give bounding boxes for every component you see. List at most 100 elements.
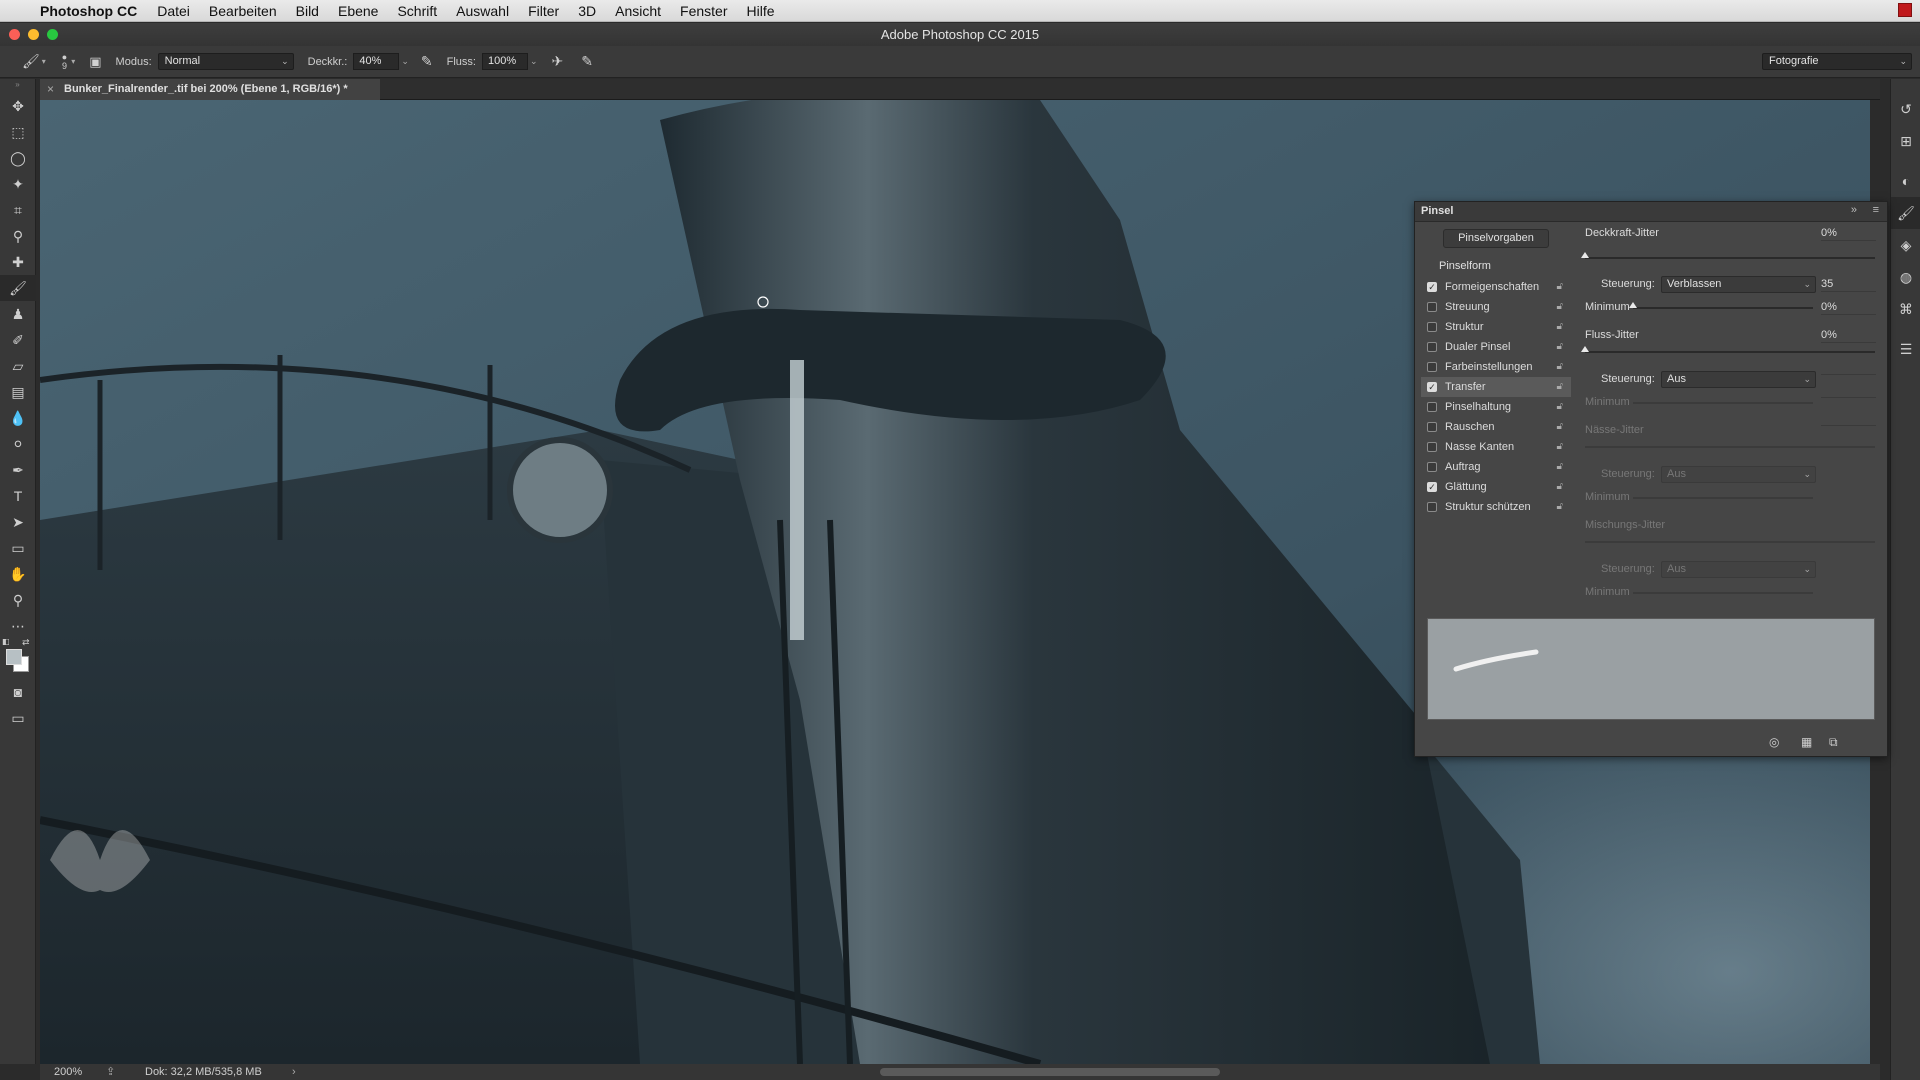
brush-picker-caret-icon[interactable]: ▾	[71, 57, 75, 66]
brush-option-smoothing[interactable]: ✓ Glättung 🔓︎	[1421, 477, 1571, 497]
menu-schrift[interactable]: Schrift	[397, 3, 437, 19]
checkbox[interactable]	[1427, 402, 1437, 412]
menu-fenster[interactable]: Fenster	[680, 3, 727, 19]
tool-preset-caret-icon[interactable]: ▾	[42, 57, 46, 66]
opacity-jitter-slider[interactable]	[1581, 252, 1875, 259]
healing-brush-tool-icon[interactable]: ✚	[0, 249, 36, 275]
brush-option-brush-pose[interactable]: Pinselhaltung 🔓︎	[1421, 397, 1571, 417]
hand-tool-icon[interactable]: ✋	[0, 561, 36, 587]
menu-bild[interactable]: Bild	[296, 3, 319, 19]
history-panel-icon[interactable]: ↺	[1891, 93, 1920, 125]
flow-caret-icon[interactable]: ⌄	[530, 56, 538, 67]
lock-icon[interactable]: 🔓︎	[1557, 317, 1563, 337]
brush-option-wet-edges[interactable]: Nasse Kanten 🔓︎	[1421, 437, 1571, 457]
minimum-opacity-value[interactable]: 0%	[1821, 301, 1876, 315]
eraser-tool-icon[interactable]: ▱	[0, 353, 36, 379]
channels-panel-icon[interactable]: ◍	[1891, 261, 1920, 293]
move-tool-icon[interactable]: ✥	[0, 93, 36, 119]
menu-auswahl[interactable]: Auswahl	[456, 3, 509, 19]
eyedropper-tool-icon[interactable]: ⚲	[0, 223, 36, 249]
gradient-tool-icon[interactable]: ▤	[0, 379, 36, 405]
lock-icon[interactable]: 🔓︎	[1557, 297, 1563, 317]
status-menu-icon[interactable]	[1898, 3, 1912, 17]
pressure-opacity-icon[interactable]: ✎	[421, 53, 433, 70]
brush-tip-shape-item[interactable]: Pinselform	[1439, 260, 1491, 272]
fade-steps-value[interactable]: 35	[1821, 278, 1876, 292]
brush-preset-picker[interactable]: ● 9	[62, 52, 67, 71]
new-brush-preset-icon[interactable]: ⧉	[1829, 735, 1838, 750]
brush-option-scattering[interactable]: Streuung 🔓︎	[1421, 297, 1571, 317]
pen-tool-icon[interactable]: ✒	[0, 457, 36, 483]
opacity-caret-icon[interactable]: ⌄	[401, 56, 409, 67]
brush-option-transfer[interactable]: ✓ Transfer 🔓︎	[1421, 377, 1571, 397]
rectangle-tool-icon[interactable]: ▭	[0, 535, 36, 561]
crop-tool-icon[interactable]: ⌗	[0, 197, 36, 223]
brush-panel-toggle-icon[interactable]: ▣	[89, 54, 101, 70]
menu-datei[interactable]: Datei	[157, 3, 190, 19]
panel-menu-icon[interactable]: ≡	[1873, 204, 1879, 216]
status-menu-arrow-icon[interactable]: ›	[292, 1064, 296, 1080]
menu-hilfe[interactable]: Hilfe	[747, 3, 775, 19]
slider-thumb[interactable]	[1581, 252, 1589, 258]
menu-ansicht[interactable]: Ansicht	[615, 3, 661, 19]
history-brush-tool-icon[interactable]: ✐	[0, 327, 36, 353]
zoom-level[interactable]: 200%	[54, 1064, 82, 1080]
brush-panel-header[interactable]: Pinsel » ≡	[1415, 202, 1887, 222]
slider-thumb[interactable]	[1581, 346, 1589, 352]
lasso-tool-icon[interactable]: ◯	[0, 145, 36, 171]
adjustments-panel-icon[interactable]: ◐	[1891, 165, 1920, 197]
brush-panel-icon[interactable]: 🖌	[1891, 197, 1920, 229]
layers-panel-icon[interactable]: ◈	[1891, 229, 1920, 261]
quick-select-tool-icon[interactable]: ✦	[0, 171, 36, 197]
lock-icon[interactable]: 🔓︎	[1557, 497, 1563, 517]
lock-icon[interactable]: 🔓︎	[1557, 337, 1563, 357]
blur-tool-icon[interactable]: 💧	[0, 405, 36, 431]
marquee-tool-icon[interactable]: ⬚	[0, 119, 36, 145]
screen-mode-icon[interactable]: ▭	[0, 705, 36, 731]
brush-presets-button[interactable]: Pinselvorgaben	[1443, 229, 1549, 248]
path-select-tool-icon[interactable]: ➤	[0, 509, 36, 535]
quick-mask-icon[interactable]: ◙	[0, 679, 36, 705]
menu-ebene[interactable]: Ebene	[338, 3, 378, 19]
properties-panel-icon[interactable]: ⊞	[1891, 125, 1920, 157]
opacity-field[interactable]: 40%	[353, 53, 400, 70]
checkbox[interactable]	[1427, 422, 1437, 432]
checkbox[interactable]: ✓	[1427, 282, 1437, 292]
checkbox[interactable]	[1427, 302, 1437, 312]
brush-option-texture[interactable]: Struktur 🔓︎	[1421, 317, 1571, 337]
checkbox[interactable]	[1427, 502, 1437, 512]
flow-control-select[interactable]: Aus ⌄	[1661, 371, 1816, 388]
lock-icon[interactable]: 🔓︎	[1557, 457, 1563, 477]
lock-icon[interactable]: 🔓︎	[1557, 417, 1563, 437]
brush-option-build-up[interactable]: Auftrag 🔓︎	[1421, 457, 1571, 477]
pressure-size-icon[interactable]: ✎	[581, 53, 593, 70]
checkbox[interactable]	[1427, 362, 1437, 372]
brush-tool-icon[interactable]: 🖌	[0, 275, 36, 301]
checkbox[interactable]	[1427, 342, 1437, 352]
brush-option-protect-texture[interactable]: Struktur schützen 🔓︎	[1421, 497, 1571, 517]
tools-collapse-icon[interactable]: »	[0, 79, 35, 93]
lock-icon[interactable]: 🔓︎	[1557, 357, 1563, 377]
foreground-color-swatch[interactable]	[6, 649, 22, 665]
menu-filter[interactable]: Filter	[528, 3, 559, 19]
lock-icon[interactable]: 🔓︎	[1557, 377, 1563, 397]
workspace-select[interactable]: Fotografie ⌄	[1762, 53, 1912, 70]
paths-panel-icon[interactable]: ⌘	[1891, 293, 1920, 325]
checkbox[interactable]: ✓	[1427, 382, 1437, 392]
share-icon[interactable]: ⇪	[106, 1064, 115, 1080]
open-preset-manager-icon[interactable]: ▦	[1801, 735, 1812, 749]
brush-option-noise[interactable]: Rauschen 🔓︎	[1421, 417, 1571, 437]
minimum-opacity-slider[interactable]	[1629, 302, 1813, 309]
toggle-live-tip-preview-icon[interactable]: ◎	[1769, 735, 1779, 749]
flow-jitter-slider[interactable]	[1581, 346, 1875, 353]
lock-icon[interactable]: 🔓︎	[1557, 397, 1563, 417]
type-tool-icon[interactable]: T	[0, 483, 36, 509]
airbrush-icon[interactable]: ✈	[552, 53, 564, 70]
close-icon[interactable]: ×	[47, 79, 54, 100]
brush-option-dual-brush[interactable]: Dualer Pinsel 🔓︎	[1421, 337, 1571, 357]
checkbox[interactable]	[1427, 462, 1437, 472]
checkbox[interactable]: ✓	[1427, 482, 1437, 492]
zoom-tool-icon[interactable]: ⚲	[0, 587, 36, 613]
checkbox[interactable]	[1427, 442, 1437, 452]
window-minimize-button[interactable]	[28, 29, 39, 40]
